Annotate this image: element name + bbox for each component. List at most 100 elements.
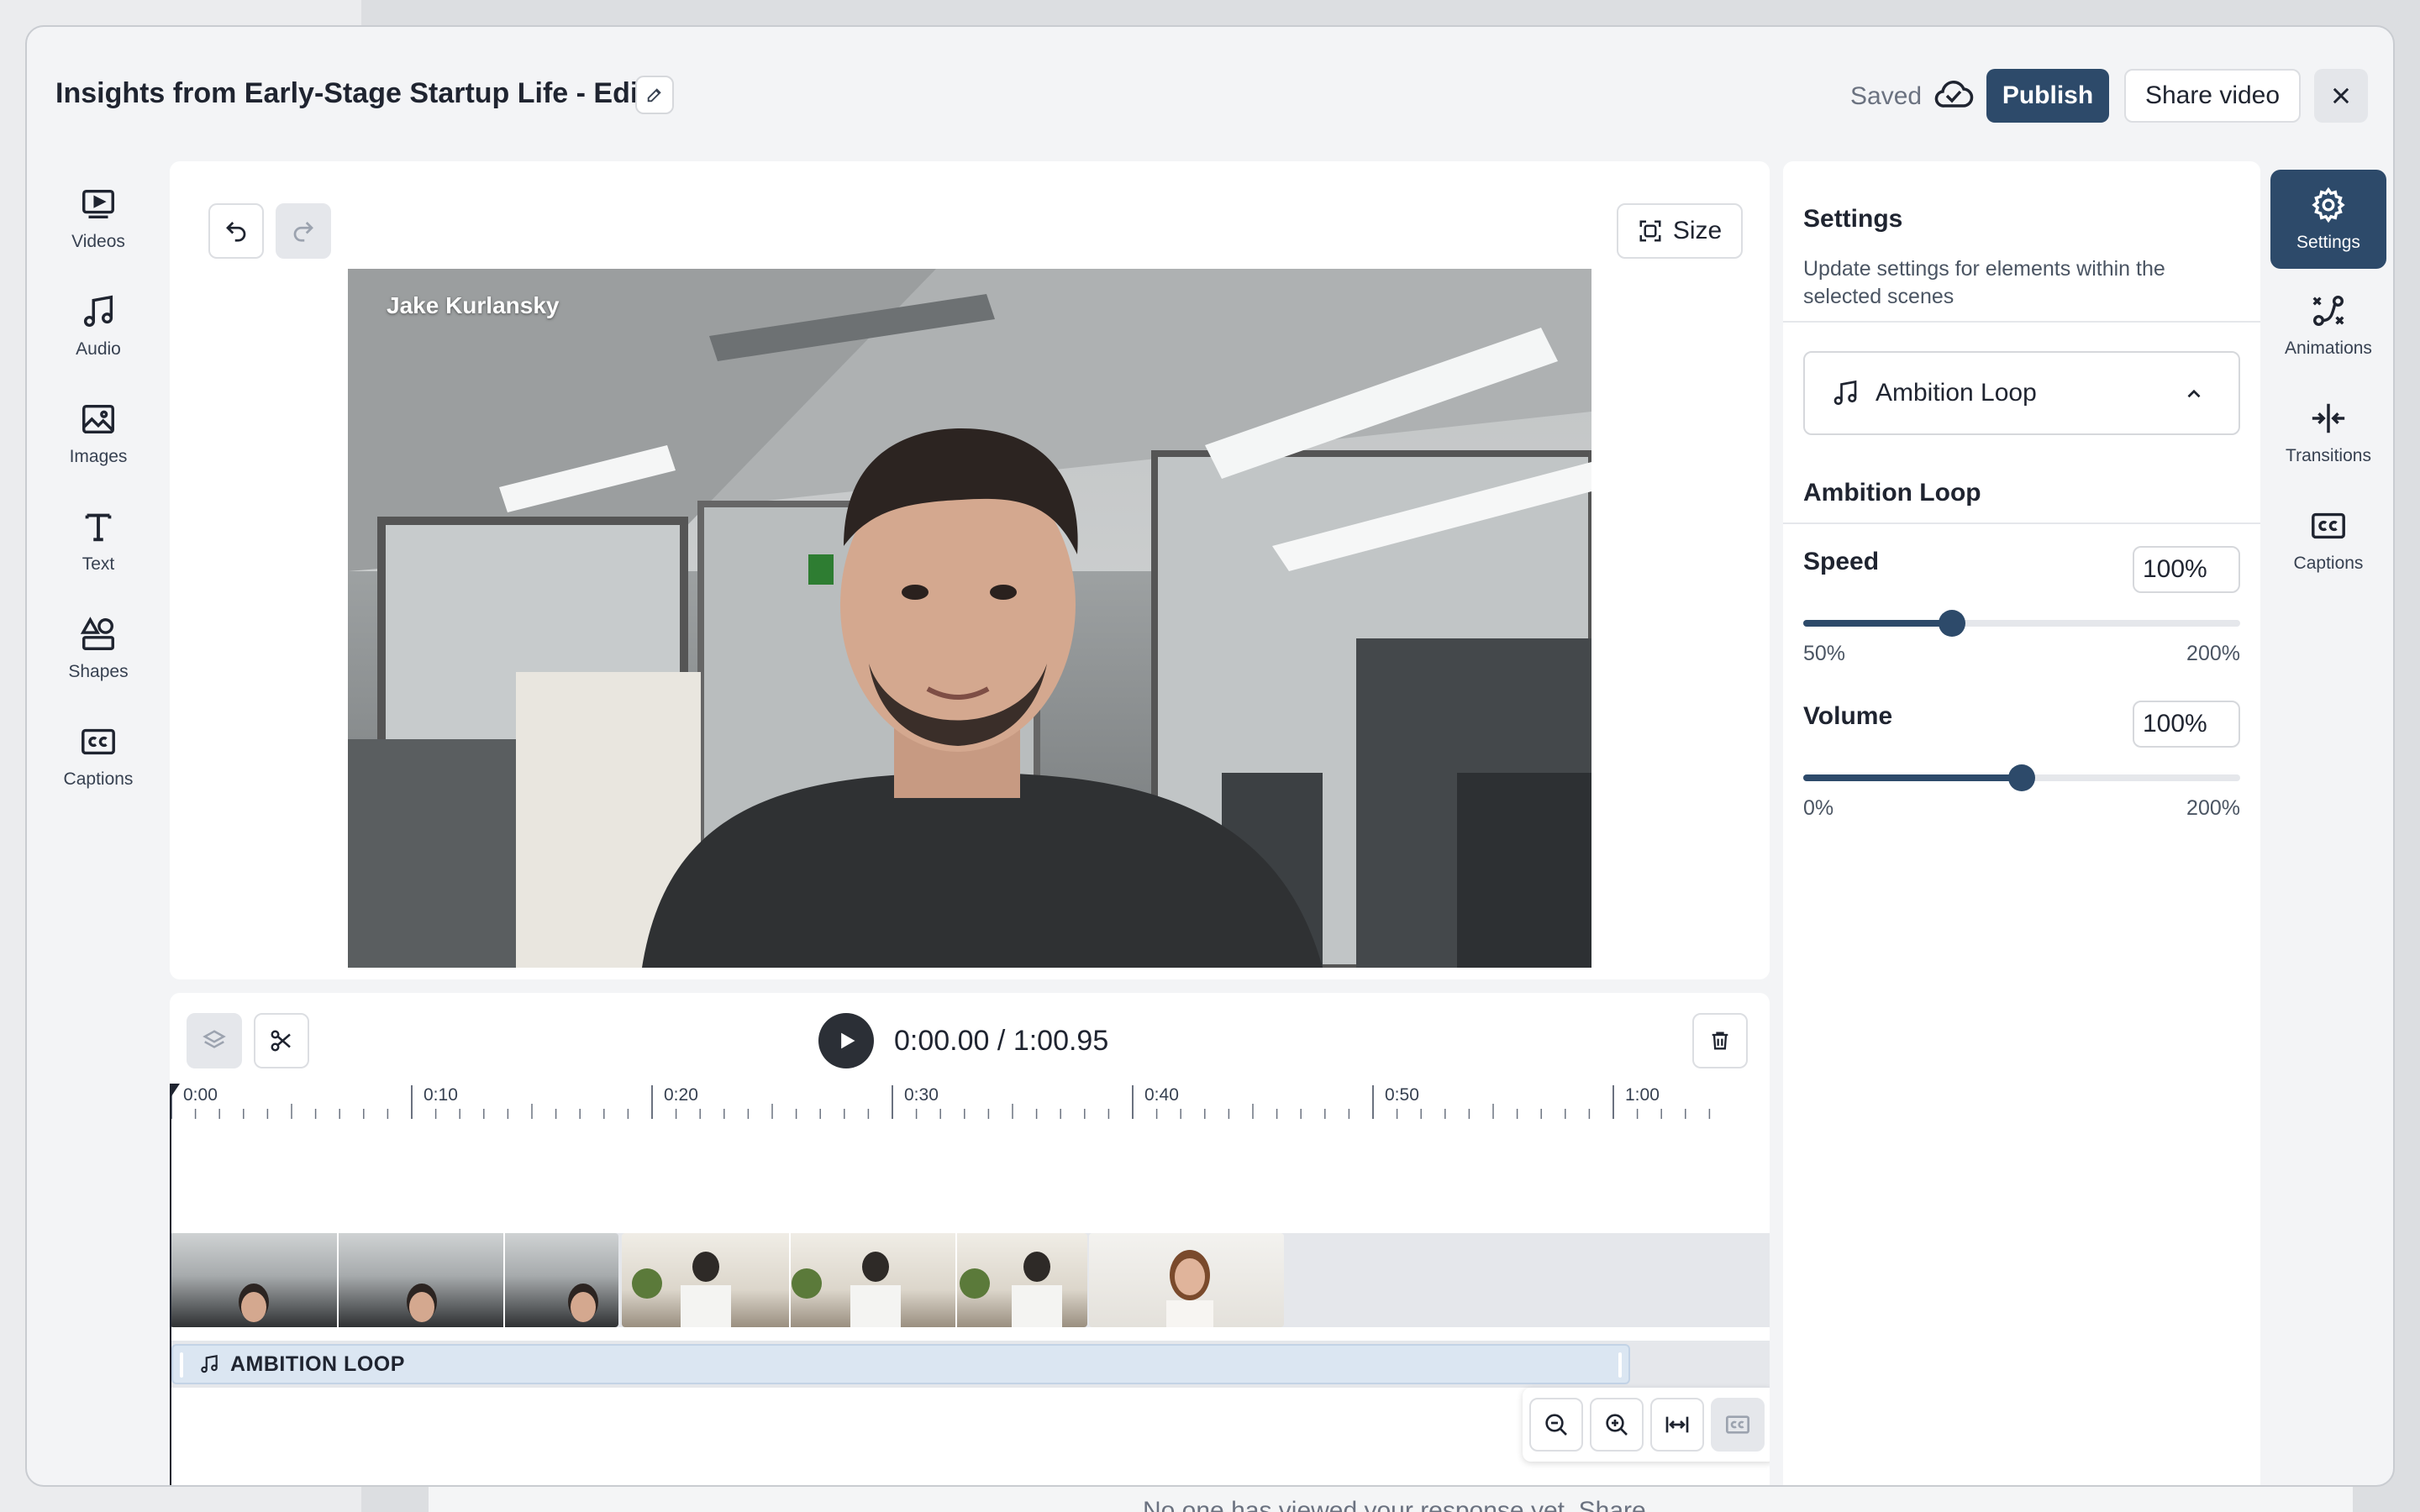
canvas-panel: Size Jake Kurlansky xyxy=(170,161,1770,979)
delete-button[interactable] xyxy=(1692,1013,1748,1068)
tool-audio[interactable]: Audio xyxy=(52,292,145,385)
panel-captions[interactable]: Captions xyxy=(2270,491,2386,590)
layers-button[interactable] xyxy=(187,1013,242,1068)
close-button[interactable] xyxy=(2314,69,2368,123)
music-note-icon xyxy=(83,295,113,328)
tool-captions[interactable]: Captions xyxy=(52,722,145,815)
save-status: Saved xyxy=(1850,82,1923,110)
shapes-icon xyxy=(80,617,114,650)
volume-slider-thumb[interactable] xyxy=(2008,764,2035,791)
clip-thumbnails xyxy=(1166,1250,1213,1327)
timeline-ruler[interactable]: 0:00 0:10 0:20 0:30 0:40 0:50 1:00 xyxy=(170,1085,1770,1144)
page-title: Insights from Early-Stage Startup Life -… xyxy=(55,77,648,109)
tool-audio-label: Audio xyxy=(76,339,121,359)
speed-input[interactable]: 100% xyxy=(2133,546,2240,593)
panel-animations[interactable]: Animations xyxy=(2270,276,2386,375)
zoom-out-icon xyxy=(1545,1414,1567,1436)
settings-title: Settings xyxy=(1803,205,1903,233)
video-clip[interactable] xyxy=(170,1233,618,1327)
timeline-panel: 0:00.00 / 1:00.95 0:00 0:10 0:20 0:30 0:… xyxy=(170,993,1770,1485)
volume-min-label: 0% xyxy=(1803,796,1834,820)
speed-min-label: 50% xyxy=(1803,642,1846,665)
edit-title-button[interactable] xyxy=(635,76,674,114)
playhead-handle[interactable] xyxy=(170,1084,180,1099)
tick-label: 0:00 xyxy=(183,1085,218,1105)
volume-max-label: 200% xyxy=(2186,796,2240,820)
tick-label: 0:20 xyxy=(664,1085,698,1105)
volume-slider[interactable] xyxy=(1803,764,2240,791)
ruler-ticks xyxy=(171,1085,1711,1119)
animation-icon xyxy=(2312,295,2344,327)
speed-label: Speed xyxy=(1803,548,1880,575)
section-title: Ambition Loop xyxy=(1803,479,1981,507)
panel-captions-label: Captions xyxy=(2293,554,2364,573)
size-label: Size xyxy=(1672,217,1723,244)
time-separator: / xyxy=(997,1025,1006,1057)
gear-icon xyxy=(2312,186,2345,223)
background-message: No one has viewed your response yet. Sha… xyxy=(1143,1497,1646,1512)
tick-label: 0:40 xyxy=(1144,1085,1179,1105)
video-clip[interactable] xyxy=(1089,1233,1284,1327)
playhead[interactable] xyxy=(170,1085,171,1485)
video-preview[interactable]: Jake Kurlansky xyxy=(348,269,1591,968)
play-icon xyxy=(841,1032,855,1049)
tool-shapes[interactable]: Shapes xyxy=(52,615,145,707)
tool-text-label: Text xyxy=(82,554,115,574)
zoom-in-icon xyxy=(1606,1414,1628,1436)
tool-videos[interactable]: Videos xyxy=(52,185,145,277)
undo-icon xyxy=(226,222,246,242)
panel-transitions[interactable]: Transitions xyxy=(2270,383,2386,482)
layers-icon xyxy=(203,1030,226,1048)
zoom-out-button[interactable] xyxy=(1529,1398,1583,1452)
tool-images-label: Images xyxy=(69,447,128,466)
video-editor-modal: Insights from Early-Stage Startup Life -… xyxy=(25,25,2395,1487)
cc-icon xyxy=(82,728,115,755)
resize-icon xyxy=(1639,220,1661,242)
element-selector[interactable]: Ambition Loop xyxy=(1803,351,2240,435)
share-video-button[interactable]: Share video xyxy=(2124,69,2301,123)
current-time: 0:00.00 xyxy=(894,1025,990,1057)
music-note-icon xyxy=(201,1354,218,1373)
publish-button[interactable]: Publish xyxy=(1986,69,2109,123)
tool-videos-label: Videos xyxy=(71,232,125,251)
scissors-icon xyxy=(271,1030,291,1052)
fit-timeline-button[interactable] xyxy=(1650,1398,1704,1452)
volume-input[interactable]: 100% xyxy=(2133,701,2240,748)
image-icon xyxy=(82,404,114,434)
split-button[interactable] xyxy=(254,1013,309,1068)
chevron-up-icon xyxy=(2187,389,2201,398)
captions-toggle-button[interactable] xyxy=(1711,1398,1765,1452)
trash-icon xyxy=(1712,1032,1728,1050)
cloud-check-icon xyxy=(1933,76,1975,114)
total-time: 1:00.95 xyxy=(1013,1025,1109,1057)
clip-thumbnails xyxy=(239,1233,598,1327)
pencil-icon xyxy=(647,88,661,102)
audio-clip-end-handle[interactable] xyxy=(1618,1352,1622,1378)
volume-slider-fill xyxy=(1803,774,2022,781)
speed-slider-fill xyxy=(1803,620,1952,627)
play-button[interactable] xyxy=(818,1013,874,1068)
divider xyxy=(1783,522,2260,524)
speed-slider[interactable] xyxy=(1803,610,2240,637)
zoom-in-button[interactable] xyxy=(1590,1398,1644,1452)
speed-slider-thumb[interactable] xyxy=(1938,610,1965,637)
panel-settings[interactable]: Settings xyxy=(2270,170,2386,269)
divider xyxy=(1783,321,2260,323)
video-clip[interactable] xyxy=(622,1233,1087,1327)
undo-button[interactable] xyxy=(208,203,264,259)
audio-clip[interactable]: AMBITION LOOP xyxy=(171,1344,1630,1384)
redo-button[interactable] xyxy=(276,203,331,259)
audio-clip-label: AMBITION LOOP xyxy=(230,1352,405,1376)
redo-icon xyxy=(293,222,313,242)
tool-shapes-label: Shapes xyxy=(68,662,129,681)
tool-text[interactable]: Text xyxy=(52,507,145,600)
tool-captions-label: Captions xyxy=(63,769,134,789)
cc-icon xyxy=(1726,1415,1749,1434)
video-icon xyxy=(82,189,114,219)
tool-images[interactable]: Images xyxy=(52,400,145,492)
tick-label: 0:30 xyxy=(904,1085,939,1105)
selected-element-name: Ambition Loop xyxy=(1876,379,2037,407)
tick-label: 0:10 xyxy=(424,1085,458,1105)
audio-clip-start-handle[interactable] xyxy=(180,1352,183,1378)
size-button[interactable]: Size xyxy=(1617,203,1743,259)
